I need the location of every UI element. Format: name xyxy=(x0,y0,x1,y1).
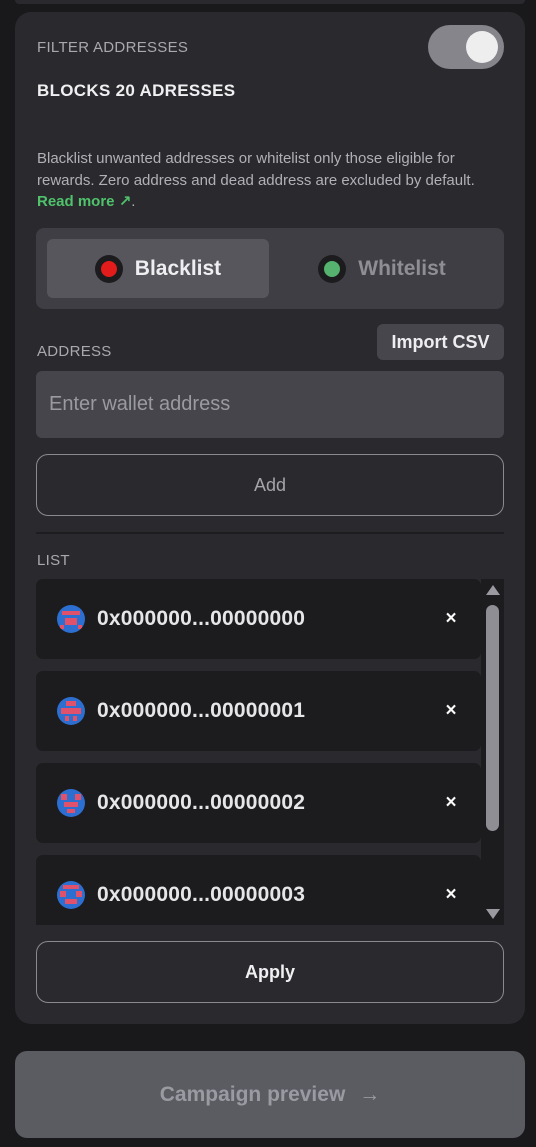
list-scrollbar[interactable] xyxy=(481,579,504,925)
list-item: 0x000000...00000000 × xyxy=(36,579,481,659)
remove-address-close-icon[interactable]: × xyxy=(439,791,463,815)
filter-addresses-panel: FILTER ADDRESSES BLOCKS 20 ADRESSES Blac… xyxy=(15,12,525,1024)
address-avatar-icon xyxy=(57,881,85,909)
arrow-right-icon: → xyxy=(359,1082,381,1106)
scroll-down-arrow-icon[interactable] xyxy=(486,909,500,919)
add-address-button[interactable]: Add xyxy=(36,454,504,516)
import-csv-button[interactable]: Import CSV xyxy=(377,324,504,360)
address-avatar-icon xyxy=(57,605,85,633)
remove-address-close-icon[interactable]: × xyxy=(439,883,463,907)
filter-section-label: FILTER ADDRESSES xyxy=(37,39,189,56)
list-item: 0x000000...00000001 × xyxy=(36,671,481,751)
address-text: 0x000000...00000002 xyxy=(97,791,306,814)
list-item: 0x000000...00000002 × xyxy=(36,763,481,843)
scroll-up-arrow-icon[interactable] xyxy=(486,585,500,595)
blacklist-option[interactable]: Blacklist xyxy=(47,239,269,298)
toggle-knob xyxy=(466,31,498,63)
address-avatar-icon xyxy=(57,789,85,817)
blacklist-label: Blacklist xyxy=(134,256,222,280)
remove-address-close-icon[interactable]: × xyxy=(439,607,463,631)
campaign-preview-label: Campaign preview xyxy=(159,1082,346,1106)
address-text: 0x000000...00000001 xyxy=(97,699,306,722)
whitelist-option[interactable]: Whitelist xyxy=(271,239,493,298)
green-dot-icon xyxy=(318,254,347,283)
list-item: 0x000000...00000003 × xyxy=(36,855,481,925)
wallet-address-input[interactable] xyxy=(36,371,504,438)
description-text: Blacklist unwanted addresses or whitelis… xyxy=(37,150,475,189)
divider xyxy=(36,532,504,534)
scrollbar-thumb[interactable] xyxy=(486,605,499,831)
filter-toggle[interactable] xyxy=(428,25,504,69)
list-label: LIST xyxy=(37,552,70,569)
external-link-icon: ↗ xyxy=(118,193,132,210)
address-label: ADDRESS xyxy=(37,343,112,360)
filter-description: Blacklist unwanted addresses or whitelis… xyxy=(37,148,507,213)
read-more-link[interactable]: Read more ↗ xyxy=(37,193,131,210)
red-dot-icon xyxy=(94,254,123,283)
address-text: 0x000000...00000000 xyxy=(97,607,306,630)
address-text: 0x000000...00000003 xyxy=(97,883,306,906)
address-list: 0x000000...00000000 × 0x000000...0000000… xyxy=(36,579,504,925)
remove-address-close-icon[interactable]: × xyxy=(439,699,463,723)
whitelist-label: Whitelist xyxy=(358,256,446,280)
apply-button[interactable]: Apply xyxy=(36,941,504,1003)
list-mode-selector: Blacklist Whitelist xyxy=(36,228,504,309)
campaign-preview-button[interactable]: Campaign preview → xyxy=(15,1051,525,1138)
description-period: . xyxy=(131,193,136,210)
previous-panel-edge xyxy=(15,0,525,4)
blocks-count-title: BLOCKS 20 ADRESSES xyxy=(37,81,236,100)
address-avatar-icon xyxy=(57,697,85,725)
